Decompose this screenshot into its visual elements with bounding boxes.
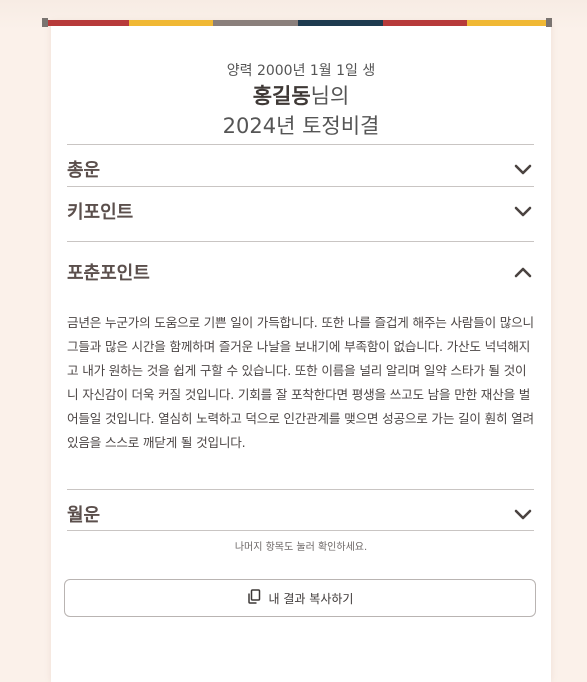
user-name: 홍길동: [252, 84, 311, 108]
copy-result-button[interactable]: 내 결과 복사하기: [64, 579, 536, 617]
color-stripe: [44, 20, 553, 26]
stripe-pin-right: [546, 18, 552, 27]
stripe-yellow: [467, 20, 553, 26]
accordion-key-point[interactable]: 키포인트: [67, 197, 534, 225]
stripe-gray: [213, 20, 299, 26]
result-header: 양력 2000년 1월 1일 생 홍길동님의 2024년 토정비결: [51, 58, 551, 140]
divider: [67, 489, 534, 490]
birth-date: 양력 2000년 1월 1일 생: [226, 63, 376, 79]
stripe-pin-left: [42, 18, 48, 27]
accordion-monthly-fortune[interactable]: 월운: [67, 500, 534, 528]
accordion-label: 포춘포인트: [67, 263, 150, 284]
name-suffix: 님의: [310, 84, 350, 108]
divider: [67, 530, 534, 531]
copy-button-label: 내 결과 복사하기: [268, 591, 354, 606]
divider: [67, 144, 534, 145]
chevron-up-icon[interactable]: [512, 261, 534, 283]
stripe-yellow: [128, 20, 214, 26]
chevron-down-icon[interactable]: [512, 200, 534, 222]
stripe-red: [44, 20, 129, 26]
accordion-fortune-point[interactable]: 포춘포인트: [67, 258, 534, 286]
accordion-label: 키포인트: [67, 202, 134, 223]
hint-text: 나머지 항목도 눌러 확인하세요.: [234, 542, 368, 553]
accordion-label: 총운: [67, 160, 101, 181]
accordion-label: 월운: [67, 505, 101, 526]
divider: [67, 241, 534, 242]
page-subtitle: 2024년 토정비결: [222, 114, 380, 138]
copy-icon: [247, 589, 261, 607]
accordion-overall-fortune[interactable]: 총운: [67, 155, 534, 183]
chevron-down-icon[interactable]: [512, 503, 534, 525]
stripe-navy: [298, 20, 383, 26]
fortune-point-content: 금년은 누군가의 도움으로 기쁜 일이 가득합니다. 또한 나를 즐겁게 해주는…: [67, 315, 534, 450]
divider: [67, 186, 534, 187]
stripe-red: [382, 20, 468, 26]
page-title: 홍길동님의: [51, 82, 551, 110]
chevron-down-icon[interactable]: [512, 158, 534, 180]
